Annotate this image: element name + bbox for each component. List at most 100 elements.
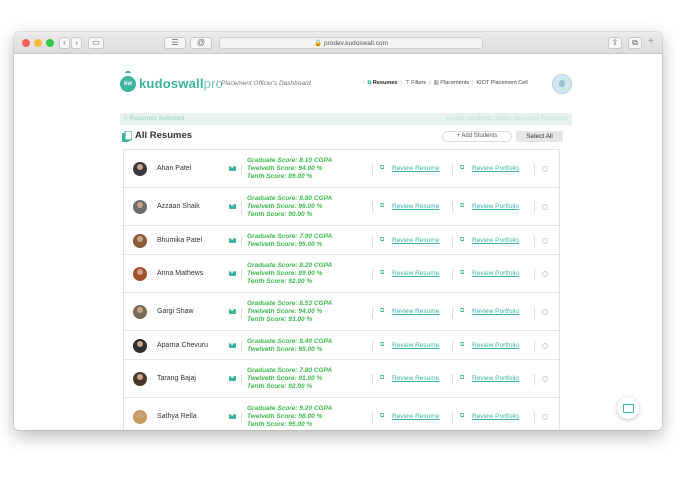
student-name[interactable]: Gargi Shaw <box>157 308 194 315</box>
column-divider <box>241 341 242 352</box>
nav-resumes[interactable]: ⧉ Resumes <box>367 80 397 87</box>
review-resume-icon[interactable]: ⧉ <box>380 203 384 210</box>
select-student-checkbox[interactable] <box>542 309 548 315</box>
minimize-window-button[interactable] <box>34 39 42 47</box>
review-resume-link[interactable]: Review Resume <box>392 165 439 172</box>
review-portfolio-icon[interactable]: ⧉ <box>460 203 464 210</box>
review-resume-link[interactable]: Review Resume <box>392 342 439 349</box>
review-portfolio-link[interactable]: Review Portfolio <box>472 237 519 244</box>
review-resume-link[interactable]: Review Resume <box>392 270 439 277</box>
tab-overview-button[interactable]: ☰ <box>164 37 186 49</box>
student-avatar <box>133 162 147 176</box>
student-name[interactable]: Anna Mathews <box>157 270 203 277</box>
back-button[interactable]: ‹ <box>59 37 70 49</box>
forward-button[interactable]: › <box>71 37 82 49</box>
email-icon[interactable] <box>229 343 236 348</box>
brand-name[interactable]: kudoswallpro <box>139 76 223 91</box>
review-resume-link[interactable]: Review Resume <box>392 237 439 244</box>
email-icon[interactable] <box>229 238 236 243</box>
review-portfolio-icon[interactable]: ⧉ <box>460 237 464 244</box>
review-resume-link[interactable]: Review Resume <box>392 413 439 420</box>
address-bar[interactable]: 🔒 prodev.kudoswall.com <box>219 37 483 49</box>
student-row[interactable]: Bhumika Patel Graduate Score: 7.90 CGPA Tw… <box>124 226 559 255</box>
kudoswall-logo-icon[interactable]: kw <box>120 76 136 92</box>
review-portfolio-icon[interactable]: ⧉ <box>460 342 464 349</box>
column-divider <box>534 341 535 352</box>
review-portfolio-link[interactable]: Review Portfolio <box>472 342 519 349</box>
student-name[interactable]: Sathya Rella <box>157 413 197 420</box>
review-resume-icon[interactable]: ⧉ <box>380 413 384 420</box>
select-student-checkbox[interactable] <box>542 204 548 210</box>
selection-actions[interactable]: Delete Students Share Selected Resumes <box>446 115 568 122</box>
student-name[interactable]: Tarang Bajaj <box>157 375 196 382</box>
review-resume-link[interactable]: Review Resume <box>392 308 439 315</box>
student-row[interactable]: Tarang Bajaj Graduate Score: 7.80 CGPA Twe… <box>124 360 559 398</box>
student-row[interactable]: Ahan Patel Graduate Score: 8.10 CGPA Twelv… <box>124 150 559 188</box>
review-resume-link[interactable]: Review Resume <box>392 203 439 210</box>
review-resume-icon[interactable]: ⧉ <box>380 165 384 172</box>
review-portfolio-link[interactable]: Review Portfolio <box>472 413 519 420</box>
close-window-button[interactable] <box>22 39 30 47</box>
select-all-button[interactable]: Select All <box>516 131 563 142</box>
review-resume-icon[interactable]: ⧉ <box>380 270 384 277</box>
score-line: Twelveth Score: 98.00 % <box>247 413 323 420</box>
review-resume-icon[interactable]: ⧉ <box>380 375 384 382</box>
student-row[interactable]: Anna Mathews Graduate Score: 8.20 CGPA Twe… <box>124 255 559 293</box>
review-portfolio-link[interactable]: Review Portfolio <box>472 165 519 172</box>
review-portfolio-link[interactable]: Review Portfolio <box>472 375 519 382</box>
column-divider <box>534 412 535 423</box>
student-row[interactable]: Sathya Rella Graduate Score: 9.20 CGPA Twe… <box>124 398 559 430</box>
chat-icon[interactable] <box>617 397 639 419</box>
student-name[interactable]: Aparna Chevuru <box>157 342 208 349</box>
select-student-checkbox[interactable] <box>542 271 548 277</box>
reader-icon[interactable]: @ <box>190 37 212 49</box>
review-portfolio-link[interactable]: Review Portfolio <box>472 270 519 277</box>
select-student-checkbox[interactable] <box>542 238 548 244</box>
select-student-checkbox[interactable] <box>542 414 548 420</box>
user-avatar[interactable] <box>552 74 572 94</box>
nav-placements[interactable]: ▥ Placements <box>434 80 469 87</box>
tabs-button[interactable]: ⧉ <box>628 37 642 49</box>
review-portfolio-link[interactable]: Review Portfolio <box>472 203 519 210</box>
maximize-window-button[interactable] <box>46 39 54 47</box>
review-portfolio-link[interactable]: Review Portfolio <box>472 308 519 315</box>
review-resume-link[interactable]: Review Resume <box>392 375 439 382</box>
review-resume-icon[interactable]: ⧉ <box>380 308 384 315</box>
nav-separator: | <box>400 80 402 86</box>
select-student-checkbox[interactable] <box>542 166 548 172</box>
student-name[interactable]: Azzaan Shaik <box>157 203 200 210</box>
url-text: prodev.kudoswall.com <box>324 40 388 47</box>
student-avatar <box>133 267 147 281</box>
new-tab-button[interactable]: + <box>648 36 654 47</box>
review-portfolio-icon[interactable]: ⧉ <box>460 375 464 382</box>
score-line: Twelveth Score: 94.00 % <box>247 308 323 315</box>
student-row[interactable]: Azzaan Shaik Graduate Score: 8.80 CGPA Twe… <box>124 188 559 226</box>
email-icon[interactable] <box>229 271 236 276</box>
review-portfolio-icon[interactable]: ⧉ <box>460 308 464 315</box>
resumes-header: All Resumes + Add Students Select All <box>120 129 572 145</box>
student-row[interactable]: Gargi Shaw Graduate Score: 8.53 CGPA Twelv… <box>124 293 559 331</box>
review-portfolio-icon[interactable]: ⧉ <box>460 413 464 420</box>
select-student-checkbox[interactable] <box>542 343 548 349</box>
email-icon[interactable] <box>229 204 236 209</box>
email-icon[interactable] <box>229 309 236 314</box>
share-button[interactable]: ⇧ <box>608 37 622 49</box>
student-scores: Graduate Score: 8.53 CGPA Twelveth Score:… <box>247 300 332 324</box>
score-line: Tenth Score: 95.00 % <box>247 421 313 428</box>
review-portfolio-icon[interactable]: ⧉ <box>460 270 464 277</box>
email-icon[interactable] <box>229 376 236 381</box>
student-name[interactable]: Ahan Patel <box>157 165 191 172</box>
sidebar-toggle-button[interactable]: ▭ <box>88 37 104 49</box>
nav-placement-cell[interactable]: KIOT Placement Cell <box>476 80 527 87</box>
nav-filters[interactable]: ⊤ Filters <box>405 80 426 87</box>
review-resume-icon[interactable]: ⧉ <box>380 342 384 349</box>
student-row[interactable]: Aparna Chevuru Graduate Score: 8.40 CGPA T… <box>124 331 559 360</box>
add-students-button[interactable]: + Add Students <box>442 131 512 142</box>
review-resume-icon[interactable]: ⧉ <box>380 237 384 244</box>
column-divider <box>534 164 535 175</box>
review-portfolio-icon[interactable]: ⧉ <box>460 165 464 172</box>
email-icon[interactable] <box>229 414 236 419</box>
student-name[interactable]: Bhumika Patel <box>157 237 202 244</box>
select-student-checkbox[interactable] <box>542 376 548 382</box>
email-icon[interactable] <box>229 166 236 171</box>
